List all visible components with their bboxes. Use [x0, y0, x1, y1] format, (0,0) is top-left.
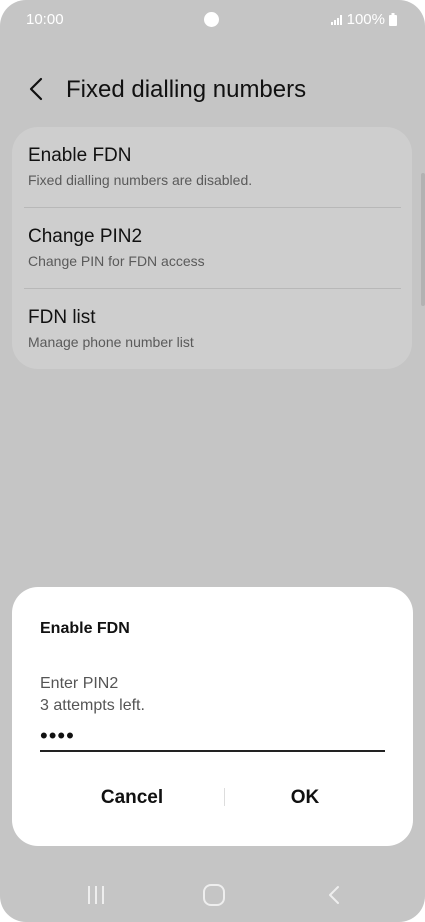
setting-title: FDN list [28, 307, 96, 328]
battery-icon [389, 13, 397, 26]
setting-subtitle: Fixed dialling numbers are disabled. [28, 172, 253, 188]
cancel-button[interactable]: Cancel [32, 773, 232, 823]
recent-apps-icon[interactable] [83, 882, 109, 908]
status-bar: 10:00 100% [0, 0, 425, 40]
divider [24, 288, 401, 289]
dialog-title: Enable FDN [40, 620, 130, 637]
dialog-buttons: Cancel OK [12, 773, 413, 823]
setting-title: Change PIN2 [28, 226, 143, 247]
status-indicators: 100% [330, 11, 397, 28]
phone-screen: 10:00 100% Fixed dialling numbers Enable… [0, 0, 425, 922]
settings-card: Enable FDN Fixed dialling numbers are di… [12, 127, 412, 369]
setting-change-pin2[interactable]: Change PIN2 Change PIN for FDN access [28, 226, 400, 269]
ok-button[interactable]: OK [205, 773, 405, 823]
setting-subtitle: Manage phone number list [28, 334, 194, 350]
setting-fdn-list[interactable]: FDN list Manage phone number list [28, 307, 400, 350]
page-title: Fixed dialling numbers [66, 76, 307, 103]
home-icon[interactable] [201, 882, 227, 908]
signal-icon [330, 14, 342, 25]
enable-fdn-dialog: Enable FDN Enter PIN2 3 attempts left. C… [12, 587, 413, 846]
nav-back-icon[interactable] [321, 882, 347, 908]
pin-prompt: Enter PIN2 [40, 675, 119, 692]
setting-title: Enable FDN [28, 145, 132, 166]
divider [24, 207, 401, 208]
status-time: 10:00 [26, 11, 64, 28]
setting-subtitle: Change PIN for FDN access [28, 253, 205, 269]
setting-enable-fdn[interactable]: Enable FDN Fixed dialling numbers are di… [28, 145, 400, 188]
app-header: Fixed dialling numbers [0, 60, 425, 120]
dialog-message: Enter PIN2 3 attempts left. [40, 673, 145, 717]
attempts-left: 3 attempts left. [40, 697, 145, 714]
camera-dot-icon [204, 12, 219, 27]
navigation-bar [0, 870, 425, 922]
pin2-input[interactable] [40, 722, 385, 752]
scrollbar[interactable] [421, 173, 425, 306]
battery-percent: 100% [346, 11, 385, 28]
back-arrow-icon[interactable] [24, 76, 50, 102]
